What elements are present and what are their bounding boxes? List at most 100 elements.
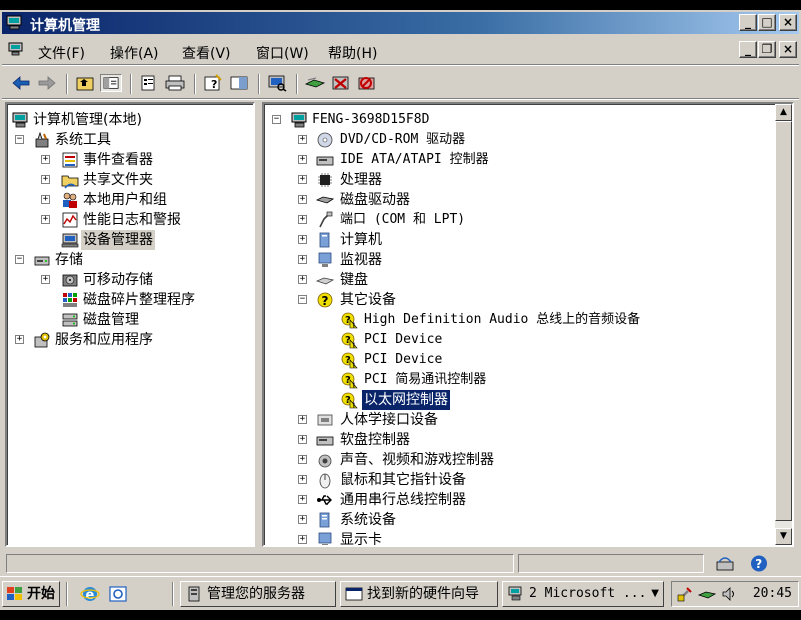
expand-toggle[interactable]: + [41,155,50,164]
update-driver-icon[interactable] [304,74,326,92]
expand-toggle[interactable]: + [298,255,307,264]
menu-file[interactable]: 文件(F) [38,43,85,63]
task-label: 管理您的服务器 [207,586,305,602]
child-restore-button[interactable]: ❐ [758,41,776,58]
document-icon[interactable] [8,42,24,56]
tree-label: 本地用户和组 [83,192,167,208]
device-manager-icon [61,233,79,248]
expand-toggle[interactable]: + [298,475,307,484]
task-manage-server[interactable]: 管理您的服务器 [180,581,336,607]
expand-toggle[interactable]: + [298,535,307,544]
removable-storage-icon [62,274,78,287]
maximize-button[interactable]: □ [758,14,776,31]
uninstall-device-icon[interactable] [356,74,378,92]
device-label: 键盘 [340,272,368,288]
back-arrow-icon[interactable] [10,74,32,92]
tree-label: 设备管理器 [81,230,155,250]
svg-text:?: ? [322,294,329,308]
clock: 20:45 [752,586,792,601]
taskbar-separator [172,582,174,606]
start-button[interactable]: 开始 [2,581,60,607]
device-label: High Definition Audio 总线上的音频设备 [364,312,641,327]
device-label: PCI 简易通讯控制器 [364,372,487,387]
title-bar[interactable]: 计算机管理 _ □ × [2,12,799,34]
expand-toggle[interactable]: + [298,155,307,164]
device-label: 计算机 [340,232,382,248]
collapse-toggle[interactable]: − [15,255,24,264]
warning-device-icon: ?! [341,352,358,370]
menu-bar: 文件(F) 操作(A) 查看(V) 窗口(W) 帮助(H) _ ❐ × [2,38,799,62]
expand-toggle[interactable]: + [298,175,307,184]
collapse-toggle[interactable]: − [298,295,307,304]
storage-icon [34,256,50,266]
network-printer-icon[interactable] [714,554,736,573]
sound-icon [318,454,332,468]
child-minimize-button[interactable]: _ [739,41,757,58]
close-button[interactable]: × [779,14,797,31]
tray-tools-icon[interactable] [676,585,694,603]
task-found-new-hardware[interactable]: 找到新的硬件向导 [340,581,498,607]
expand-toggle[interactable]: + [298,435,307,444]
toolbar-separator [130,74,132,94]
tree-label: 计算机管理(本地) [33,112,142,128]
expand-toggle[interactable]: + [298,515,307,524]
defrag-icon [63,293,77,307]
expand-toggle[interactable]: + [298,495,307,504]
expand-toggle[interactable]: + [298,135,307,144]
scroll-down-button[interactable]: ▼ [775,528,792,545]
child-close-button[interactable]: × [779,41,797,58]
collapse-toggle[interactable]: − [15,135,24,144]
outlook-express-icon[interactable] [108,584,128,604]
expand-toggle[interactable]: + [298,415,307,424]
toolbar-separator [258,74,260,94]
expand-toggle[interactable]: + [298,215,307,224]
menu-window[interactable]: 窗口(W) [256,43,309,63]
action-pane-icon[interactable] [228,74,250,92]
device-label: 声音、视频和游戏控制器 [340,452,494,468]
task-microsoft-group[interactable]: 2 Microsoft ... ▼ [502,581,664,607]
tree-label: 共享文件夹 [83,172,153,188]
console-tree-pane[interactable]: 计算机管理(本地) − 系统工具 + 事件查看器 + 共享文件夹 + 本地用户和… [5,102,255,547]
internet-explorer-icon[interactable]: e [80,584,100,604]
expand-toggle[interactable]: + [298,195,307,204]
expand-toggle[interactable]: + [15,335,24,344]
expand-toggle[interactable]: + [41,175,50,184]
expand-toggle[interactable]: + [41,275,50,284]
forward-arrow-icon[interactable] [36,74,58,92]
disk-drive-icon [316,196,334,204]
device-tree-pane[interactable]: − FENG-3698D15F8D + DVD/CD-ROM 驱动器 + IDE… [262,102,794,547]
tray-volume-icon[interactable] [720,585,738,603]
menu-help[interactable]: 帮助(H) [328,43,377,63]
system-tray: 20:45 [671,581,799,607]
tree-label: 性能日志和警报 [83,212,181,228]
status-cell-main [6,554,514,573]
svg-text:!: ! [352,382,355,390]
collapse-toggle[interactable]: − [272,115,281,124]
toolbar: ? [2,66,799,98]
expand-toggle[interactable]: + [298,275,307,284]
properties-icon[interactable] [138,74,160,92]
expand-toggle[interactable]: + [41,215,50,224]
help-circle-icon[interactable]: ? [748,554,770,573]
minimize-button[interactable]: _ [739,14,757,31]
scroll-thumb[interactable] [775,121,792,521]
up-folder-icon[interactable] [74,74,96,92]
vertical-scrollbar[interactable]: ▲ ▼ [775,104,792,545]
shared-folder-icon [61,175,79,189]
menu-action[interactable]: 操作(A) [110,43,159,63]
menu-view[interactable]: 查看(V) [182,43,231,63]
windows-flag-icon [7,587,22,600]
help-icon[interactable]: ? [202,74,224,92]
scan-hardware-icon[interactable] [266,74,288,92]
show-tree-icon[interactable] [100,74,122,92]
wizard-window-icon [345,587,363,601]
expand-toggle[interactable]: + [298,455,307,464]
device-label-selected: 以太网控制器 [361,389,451,411]
expand-toggle[interactable]: + [298,235,307,244]
print-icon[interactable] [164,74,186,92]
disable-device-icon[interactable] [330,74,352,92]
scroll-up-button[interactable]: ▲ [775,104,792,121]
svg-text:!: ! [352,362,355,370]
expand-toggle[interactable]: + [41,195,50,204]
tray-hardware-icon[interactable] [698,585,716,603]
